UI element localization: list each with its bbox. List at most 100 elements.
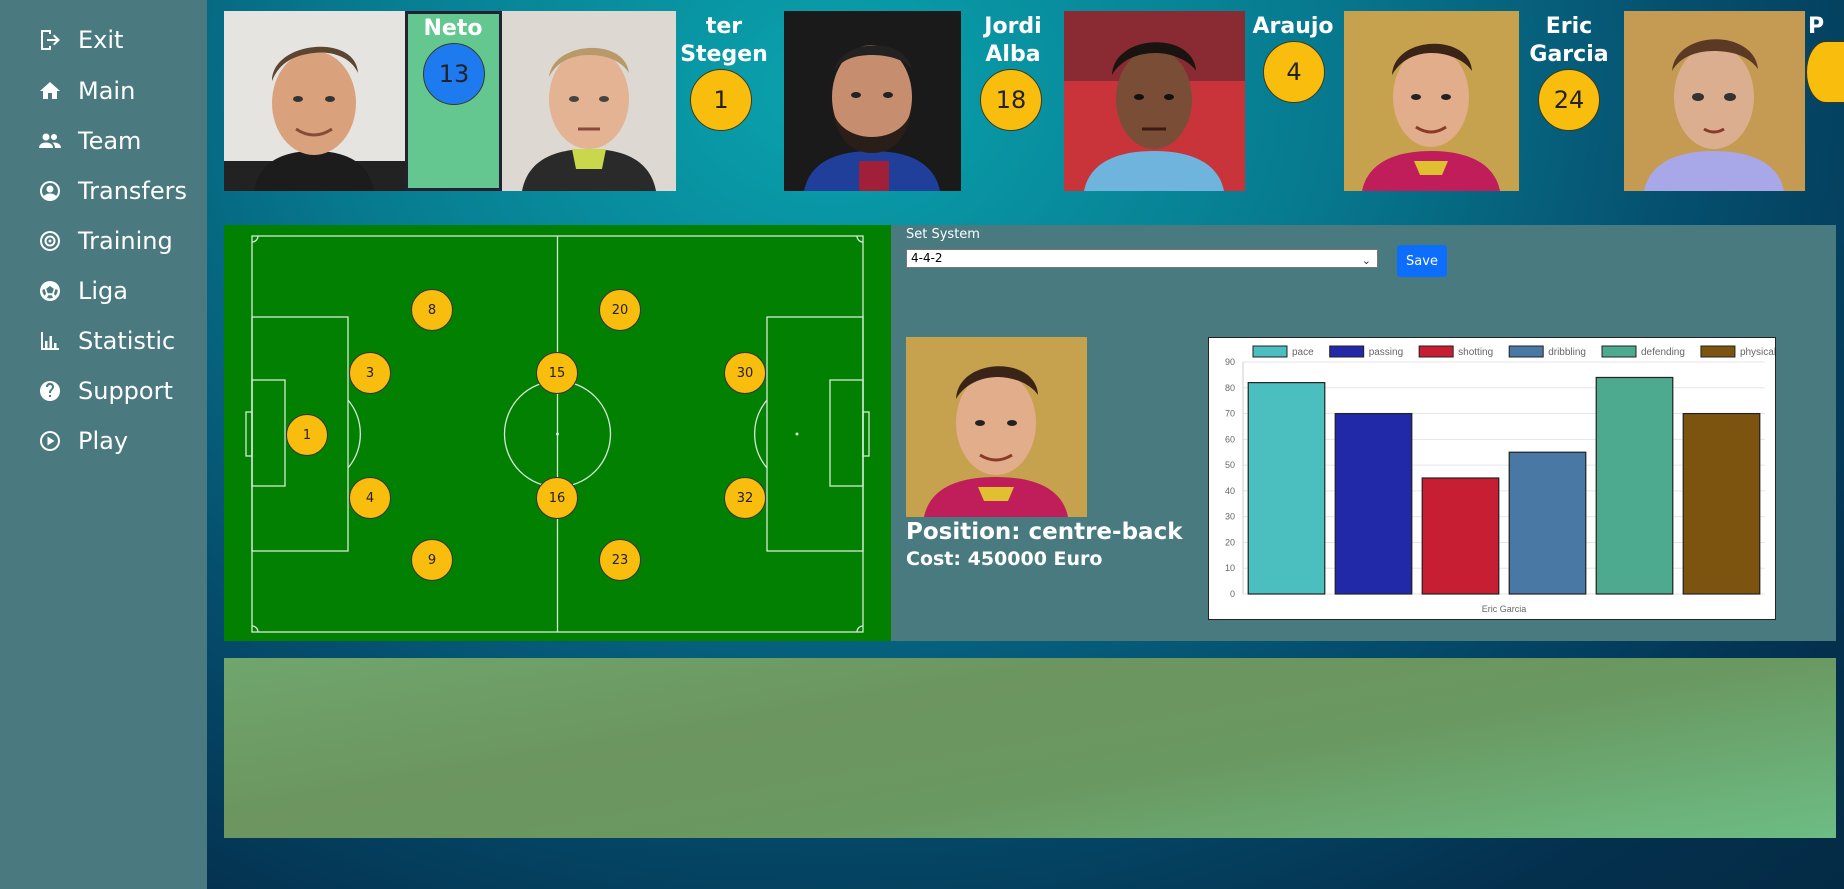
player-photo-jordi-alba[interactable] [784,11,961,191]
y-tick-label: 20 [1225,537,1235,547]
legend-swatch [1252,345,1288,358]
player-number-badge: 18 [980,69,1042,131]
player-cost: Cost: 450000 Euro [906,548,1103,570]
target-icon [36,227,64,255]
player-photo [224,11,407,191]
lineup-panel: 1 3 4 8 9 15 16 20 23 30 32 Set System 4… [224,225,1836,641]
y-tick-label: 70 [1225,409,1235,419]
sidebar-item-team[interactable]: Team [36,121,141,161]
y-tick-label: 90 [1225,357,1235,367]
system-label: Set System [906,227,980,242]
x-axis-label: Eric Garcia [1482,604,1527,614]
player-name: ter Stegen [680,14,768,67]
bar-shotting [1421,477,1500,595]
selected-player-photo [906,337,1087,517]
formation-slot[interactable]: 32 [724,477,766,519]
player-number-badge: 4 [1263,41,1325,103]
sidebar-item-label: Main [78,77,136,105]
y-tick-label: 80 [1225,383,1235,393]
formation-slot[interactable]: 23 [599,539,641,581]
sidebar-item-statistic[interactable]: Statistic [36,321,175,361]
player-number-badge: 13 [423,43,485,105]
legend-label: shotting [1458,347,1493,358]
player-stats-chart: 0 10 20 30 40 50 60 70 80 90 pace passing shotting dr… [1208,337,1776,620]
play-icon [36,427,64,455]
sidebar-item-label: Liga [78,277,128,305]
chevron-down-icon: ⌄ [1361,254,1371,267]
formation-slot[interactable]: 1 [286,414,328,456]
formation-slot[interactable]: 15 [536,352,578,394]
sidebar-item-liga[interactable]: Liga [36,271,128,311]
sidebar-item-play[interactable]: Play [36,421,128,461]
sidebar-item-label: Play [78,427,129,455]
player-card-araujo[interactable]: Araujo 4 [1245,11,1345,191]
team-icon [36,127,64,155]
formation-slot[interactable]: 4 [349,477,391,519]
formation-slot[interactable]: 30 [724,352,766,394]
legend-label: physical [1740,347,1775,358]
player-name: Eric Garcia [1529,14,1609,67]
legend-label: pace [1292,347,1314,358]
legend-label: dribbling [1548,347,1586,358]
formation-slot[interactable]: 16 [536,477,578,519]
system-select[interactable]: 4-4-2 ⌄ [906,249,1378,268]
formation-slot[interactable]: 3 [349,352,391,394]
question-icon [36,377,64,405]
soccer-ball-icon [36,277,64,305]
player-card-jordi-alba[interactable]: Jordi Alba 18 [961,11,1065,191]
player-name: P [1807,14,1825,39]
bar-physical [1682,412,1761,595]
sidebar-item-support[interactable]: Support [36,371,173,411]
bar-defending [1595,376,1674,595]
home-icon [36,77,64,105]
legend-swatch [1700,345,1736,358]
pitch: 1 3 4 8 9 15 16 20 23 30 32 [224,225,891,641]
save-button[interactable]: Save [1397,245,1447,277]
y-tick-label: 60 [1225,434,1235,444]
player-position: Position: centre-back [906,519,1183,545]
y-tick-label: 40 [1225,486,1235,496]
sidebar-item-transfers[interactable]: Transfers [36,171,187,211]
sidebar-item-main[interactable]: Main [36,71,135,111]
formation-slot[interactable]: 20 [599,289,641,331]
sidebar-item-exit[interactable]: Exit [36,20,123,60]
formation-slot[interactable]: 8 [411,289,453,331]
player-name: Jordi Alba [984,14,1042,67]
formation-slot[interactable]: 9 [411,539,453,581]
system-select-value: 4-4-2 [911,251,943,265]
bottom-panel [224,658,1836,838]
player-card-ter-stegen[interactable]: ter Stegen 1 [676,11,776,191]
player-card-neto[interactable]: Neto 13 [224,11,676,191]
stats-bar-chart: 0 10 20 30 40 50 60 70 80 90 pace passing shotting dr… [1225,345,1775,614]
player-photo-araujo[interactable] [1064,11,1245,191]
player-photo [502,11,676,191]
bar-chart-icon [36,327,64,355]
sidebar-item-label: Team [78,127,142,155]
player-name: Neto [423,16,483,41]
player-number-badge [1806,41,1844,103]
bar-passing [1334,412,1413,595]
sidebar-item-label: Exit [78,26,124,54]
squad-roster: Neto 13 ter Stegen 1 Jordi Alba 18 Arauj… [224,11,1844,193]
player-number-badge: 24 [1538,69,1600,131]
sidebar-item-label: Statistic [78,327,176,355]
legend-swatch [1601,345,1637,358]
y-tick-label: 30 [1225,512,1235,522]
sidebar-item-label: Support [78,377,173,405]
player-card-eric-garcia[interactable]: Eric Garcia 24 [1521,11,1621,191]
player-card-partial[interactable]: P [1806,11,1844,191]
y-tick-label: 10 [1225,563,1235,573]
player-number-badge: 1 [690,69,752,131]
sidebar: Exit Main Team Transfers Training Liga S… [0,0,207,889]
player-photo-pique[interactable] [1624,11,1805,191]
legend-label: defending [1641,347,1685,358]
legend-swatch [1418,345,1454,358]
sidebar-item-training[interactable]: Training [36,221,173,261]
legend-swatch [1329,345,1365,358]
y-tick-label: 0 [1230,589,1235,599]
legend-label: passing [1369,347,1403,358]
sidebar-item-label: Transfers [78,177,188,205]
player-photo-eric-garcia[interactable] [1344,11,1519,191]
bar-pace [1247,382,1326,595]
sidebar-item-label: Training [78,227,173,255]
